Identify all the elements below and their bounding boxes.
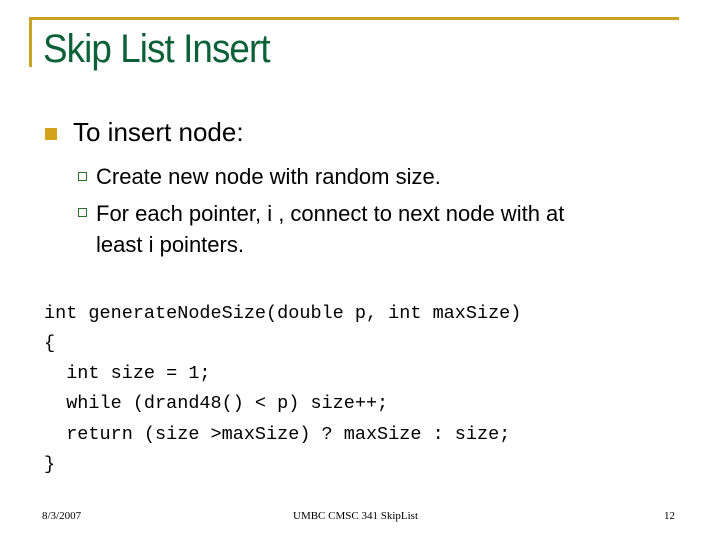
- code-line: return (size >maxSize) ? maxSize : size;: [44, 424, 511, 445]
- footer-title: UMBC CMSC 341 SkipList: [293, 510, 419, 522]
- code-line: int generateNodeSize(double p, int maxSi…: [44, 303, 522, 324]
- slide-title: Skip List Insert: [43, 27, 271, 71]
- footer-date: 8/3/2007: [42, 510, 82, 522]
- code-line: while (drand48() < p) size++;: [44, 393, 389, 414]
- code-line: int size = 1;: [44, 363, 211, 384]
- title-frame-top-rule: [29, 17, 679, 20]
- page-number: 12: [664, 510, 675, 522]
- code-line: }: [44, 454, 56, 475]
- bullet-text: To insert node:: [73, 117, 244, 147]
- hollow-square-bullet-icon: [78, 208, 87, 217]
- square-bullet-icon: [45, 128, 57, 140]
- sub-bullet-text: Create new node with random size.: [96, 164, 441, 189]
- sub-bullet-text-continuation: least i pointers.: [96, 232, 244, 257]
- code-line: {: [44, 333, 56, 354]
- hollow-square-bullet-icon: [78, 172, 87, 181]
- title-frame-left-rule: [29, 17, 32, 67]
- sub-bullet-text: For each pointer, i , connect to next no…: [96, 201, 565, 226]
